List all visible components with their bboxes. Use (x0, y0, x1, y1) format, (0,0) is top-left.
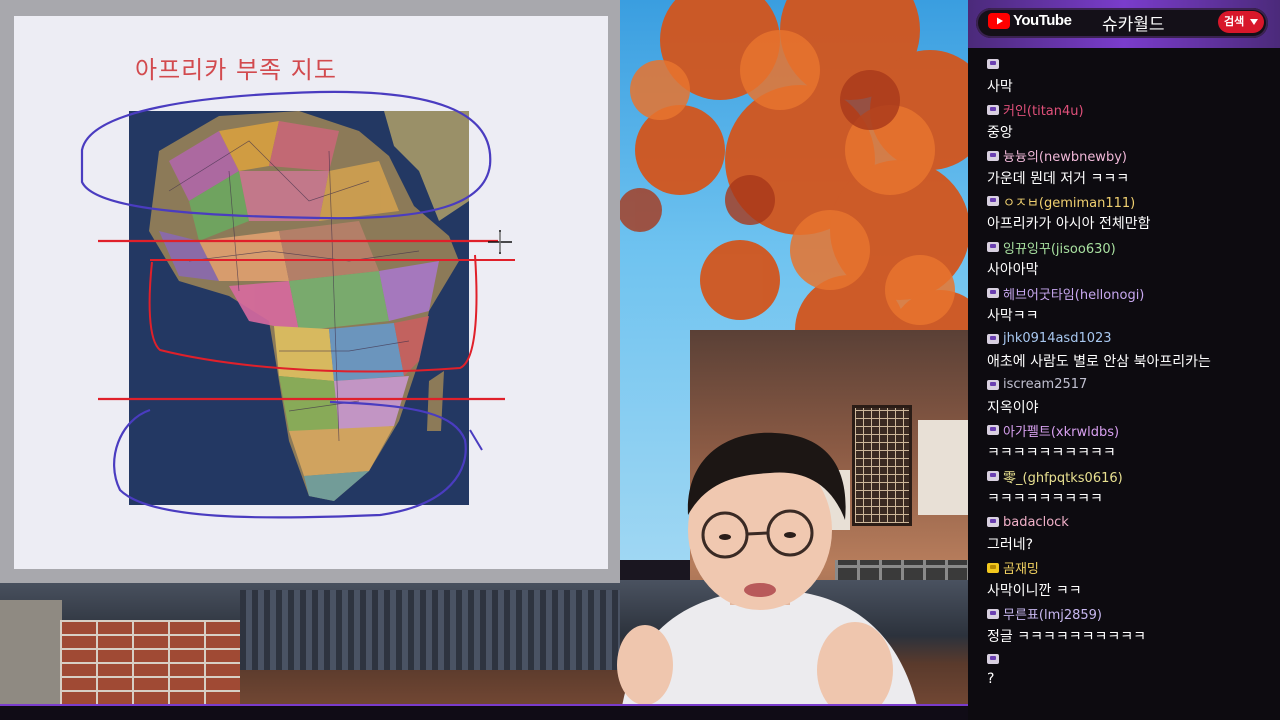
channel-name: 슈카월드 (1102, 15, 1165, 35)
chat-message: 사막 (987, 55, 1272, 96)
chat-username[interactable]: badaclock (1003, 515, 1069, 530)
chat-message: 커인(titan4u) 중앙 (987, 101, 1272, 142)
chat-message: 零_(ghfpqtks0616) ㅋㅋㅋㅋㅋㅋㅋㅋㅋ (987, 467, 1272, 508)
bottom-bar (0, 706, 968, 720)
chat-message-header: jhk0914asd1023 (987, 330, 1272, 348)
search-button[interactable]: 검색 (1218, 11, 1264, 33)
youtube-play-icon (988, 13, 1010, 29)
chat-message-header: 커인(titan4u) (987, 101, 1272, 119)
chat-message: 곰재밍사막이니깐 ㅋㅋ (987, 559, 1272, 600)
chat-username[interactable]: 零_(ghfpqtks0616) (1003, 467, 1123, 486)
chat-message-header: badaclock (987, 513, 1272, 531)
chat-message: jhk0914asd1023 애초에 사람도 별로 안삼 북아프리카는 (987, 330, 1272, 371)
twitch-badge-icon (987, 471, 999, 482)
membership-badge-icon (987, 562, 999, 573)
twitch-badge-icon (987, 425, 999, 436)
crosshair-cursor-icon (488, 230, 512, 254)
twitch-badge-icon (987, 517, 999, 527)
chat-message-header: iscream2517 (987, 376, 1272, 394)
chat-message-text: 애초에 사람도 별로 안삼 북아프리카는 (987, 353, 1211, 370)
chat-message-text: ㅋㅋㅋㅋㅋㅋㅋㅋㅋ (987, 491, 1103, 508)
chat-message-text: 아프리카가 아시아 전체만함 (987, 216, 1151, 233)
chat-message: badaclock 그러네? (987, 513, 1272, 554)
chat-message: 무른표(lmj2859) 정글 ㅋㅋㅋㅋㅋㅋㅋㅋㅋㅋ (987, 605, 1272, 646)
chat-message: ㅇㅈㅂ(gemiman111) 아프리카가 아시아 전체만함 (987, 192, 1272, 233)
chat-message-text: 가운데 뭔데 저거 ㅋㅋㅋ (987, 170, 1130, 187)
chat-username[interactable]: 늉늉의(newbnewby) (1003, 146, 1127, 165)
chat-message-text: 지옥이야 (987, 399, 1039, 416)
chat-message: 아가펠트(xkrwldbs) ㅋㅋㅋㅋㅋㅋㅋㅋㅋㅋ (987, 421, 1272, 462)
chat-username[interactable]: 헤브어굿타임(hellonogi) (1003, 284, 1144, 303)
chat-message-text: 중앙 (987, 124, 1013, 141)
chat-message-text: 사막ㅋㅋ (987, 308, 1039, 324)
presenter-webcam (617, 432, 920, 720)
chat-username[interactable]: ㅇㅈㅂ(gemiman111) (1003, 192, 1135, 211)
chat-message-header: 무른표(lmj2859) (987, 605, 1272, 623)
chat-message-text: 정글 ㅋㅋㅋㅋㅋㅋㅋㅋㅋㅋ (987, 628, 1147, 645)
chat-username[interactable]: 잉뀨잉꾸(jisoo630) (1003, 238, 1116, 257)
dropdown-arrow-icon (1250, 19, 1258, 25)
chat-message-text: 사아아막 (987, 262, 1039, 279)
chat-message-header: 헤브어굿타임(hellonogi) (987, 284, 1272, 303)
chat-username[interactable]: 커인(titan4u) (1003, 100, 1084, 119)
chat-message-text: ㅋㅋㅋㅋㅋㅋㅋㅋㅋㅋ (987, 445, 1116, 462)
twitch-badge-icon (987, 288, 999, 298)
slide-frame: 아프리카 부족 지도 (0, 0, 620, 583)
twitch-badge-icon (987, 242, 999, 253)
chat-username[interactable]: 무른표(lmj2859) (1003, 604, 1102, 623)
chat-message-text: ? (987, 671, 995, 688)
twitch-badge-icon (987, 608, 999, 619)
chat-message-header: 늉늉의(newbnewby) (987, 147, 1272, 165)
chat-username[interactable]: jhk0914asd1023 (1003, 331, 1112, 346)
africa-tribal-map (129, 111, 469, 505)
slide-title: 아프리카 부족 지도 (135, 56, 337, 84)
chat-message-header: 아가펠트(xkrwldbs) (987, 421, 1272, 440)
twitch-badge-icon (987, 59, 999, 69)
chat-message: 헤브어굿타임(hellonogi) 사막ㅋㅋ (987, 284, 1272, 325)
chat-message: ? (987, 650, 1272, 687)
chat-message-header: 零_(ghfpqtks0616) (987, 467, 1272, 486)
twitch-badge-icon (987, 379, 999, 390)
chat-message: 잉뀨잉꾸(jisoo630) 사아아막 (987, 238, 1272, 279)
chat-message: 늉늉의(newbnewby) 가운데 뭔데 저거 ㅋㅋㅋ (987, 147, 1272, 188)
chat-message-header: 곰재밍 (987, 559, 1272, 577)
chat-message: iscream2517 지옥이야 (987, 376, 1272, 417)
twitch-badge-icon (987, 104, 999, 115)
twitch-badge-icon (987, 150, 999, 161)
twitch-badge-icon (987, 196, 999, 207)
chat-message-header (987, 650, 1272, 668)
chat-message-header: 잉뀨잉꾸(jisoo630) (987, 238, 1272, 257)
chat-message-text: 사막 (987, 79, 1013, 95)
youtube-wordmark: YouTube (1013, 12, 1072, 29)
roof-tiles (240, 590, 620, 670)
twitch-badge-icon (987, 333, 999, 344)
chat-message-text: 사막이니깐 ㅋㅋ (987, 582, 1082, 599)
chat-username[interactable]: 아가펠트(xkrwldbs) (1003, 421, 1119, 440)
stone-wall (0, 600, 62, 720)
chat-username[interactable]: 곰재밍 (1003, 558, 1039, 577)
search-button-label: 검색 (1224, 15, 1245, 28)
chat-message-header: ㅇㅈㅂ(gemiman111) (987, 192, 1272, 211)
chat-message-text: 그러네? (987, 537, 1034, 553)
twitch-badge-icon (987, 654, 999, 665)
chat-message-header (987, 55, 1272, 73)
chat-username[interactable]: iscream2517 (1003, 377, 1087, 392)
